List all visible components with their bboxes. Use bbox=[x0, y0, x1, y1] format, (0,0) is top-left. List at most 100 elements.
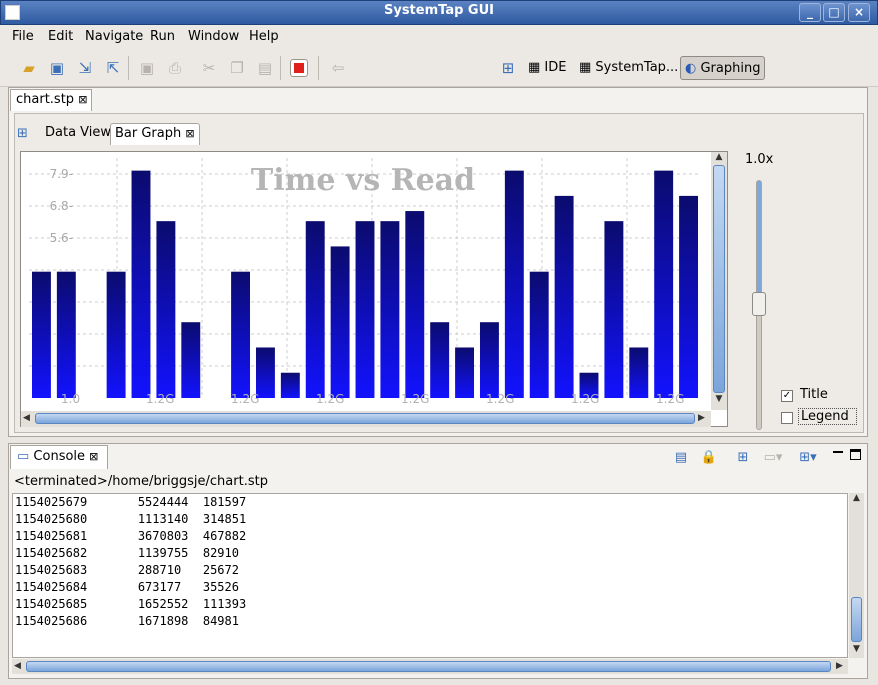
toolbar-separator bbox=[128, 56, 129, 80]
menu-help[interactable]: Help bbox=[249, 29, 279, 44]
scroll-right-icon[interactable]: ▶ bbox=[698, 413, 705, 423]
tab-data-view[interactable]: Data View bbox=[41, 123, 115, 145]
toolbar-separator bbox=[318, 56, 319, 80]
chart-bar bbox=[479, 322, 499, 398]
toolbar-separator bbox=[280, 56, 281, 80]
perspective-graphing[interactable]: ◐ Graphing bbox=[680, 56, 766, 80]
chart-bar bbox=[380, 221, 400, 398]
display-console-icon[interactable]: ▭▾ bbox=[763, 448, 783, 468]
console-line: 1154025680 1113140 314851 bbox=[15, 512, 247, 526]
scroll-left-icon[interactable]: ◀ bbox=[23, 413, 30, 423]
chart-bar bbox=[529, 271, 549, 398]
close-tab-icon[interactable]: ⊠ bbox=[185, 127, 194, 140]
scroll-down-icon[interactable]: ▼ bbox=[849, 644, 864, 656]
chart-bar bbox=[554, 195, 574, 398]
chart-bar bbox=[405, 211, 425, 398]
zoom-level: 1.0x bbox=[745, 152, 774, 167]
scroll-lock-icon[interactable]: 🔒 bbox=[699, 448, 719, 468]
close-tab-icon[interactable]: ⊠ bbox=[78, 93, 87, 106]
title-checkbox[interactable]: ✓ bbox=[781, 390, 793, 402]
console-line: 1154025685 1652552 111393 bbox=[15, 597, 247, 611]
x-tick-label: 1.2G bbox=[401, 392, 429, 406]
scroll-up-icon[interactable]: ▲ bbox=[711, 152, 727, 164]
console-line: 1154025686 1671898 84981 bbox=[15, 614, 239, 628]
menu-file[interactable]: File bbox=[12, 29, 34, 44]
legend-checkbox[interactable] bbox=[781, 412, 793, 424]
menu-navigate[interactable]: Navigate bbox=[85, 29, 143, 44]
x-tick-label: 1.2G bbox=[146, 392, 174, 406]
console-vertical-scrollbar[interactable]: ▲ ▼ bbox=[849, 493, 864, 658]
close-tab-icon[interactable]: ⊠ bbox=[89, 450, 98, 463]
chart-bar bbox=[430, 322, 450, 398]
maximize-view-icon[interactable] bbox=[850, 449, 861, 460]
chart-bar bbox=[679, 195, 699, 398]
menu-run[interactable]: Run bbox=[150, 29, 175, 44]
console-line: 1154025684 673177 35526 bbox=[15, 580, 239, 594]
zoom-slider-thumb[interactable] bbox=[752, 292, 766, 316]
x-tick-label: 1.0 bbox=[61, 392, 80, 406]
chart-bar bbox=[504, 170, 524, 398]
chart-bar bbox=[156, 221, 176, 398]
chart-title: Time vs Read bbox=[251, 163, 475, 198]
console-output[interactable]: 1154025679 5524444 181597 1154025680 111… bbox=[12, 493, 848, 658]
import-icon[interactable]: ⇲ bbox=[75, 58, 95, 78]
bar-graph-tab-label: Bar Graph bbox=[115, 126, 182, 141]
maximize-icon[interactable]: □ bbox=[823, 3, 845, 22]
perspective-ide-label: IDE bbox=[544, 60, 567, 75]
print-icon[interactable]: ⎙ bbox=[165, 58, 185, 78]
console-line: 1154025682 1139755 82910 bbox=[15, 546, 239, 560]
scroll-down-icon[interactable]: ▼ bbox=[711, 394, 727, 406]
tab-chart-stp[interactable]: chart.stp ⊠ bbox=[10, 89, 92, 111]
clear-console-icon[interactable]: ▤ bbox=[671, 448, 691, 468]
table-icon: ▦ bbox=[528, 60, 545, 75]
save-icon[interactable]: ▣ bbox=[47, 58, 67, 78]
paste-icon[interactable]: ▤ bbox=[255, 58, 275, 78]
chart-horizontal-scrollbar[interactable]: ◀ ▶ bbox=[21, 411, 711, 427]
chart-bar bbox=[654, 170, 674, 398]
console-horizontal-scrollbar[interactable]: ◀ ▶ bbox=[12, 659, 848, 674]
x-tick-label: 1.2G bbox=[231, 392, 259, 406]
console-icon: ▭ bbox=[17, 449, 34, 464]
chart-bar bbox=[629, 347, 649, 398]
open-perspective-icon[interactable]: ⊞ bbox=[498, 58, 518, 78]
perspective-ide[interactable]: ▦ IDE bbox=[524, 56, 570, 80]
scroll-up-icon[interactable]: ▲ bbox=[849, 493, 864, 505]
chart-vertical-scrollbar[interactable]: ▲ ▼ bbox=[711, 152, 727, 410]
save-disabled-icon[interactable]: ▣ bbox=[137, 58, 157, 78]
cut-icon[interactable]: ✂ bbox=[199, 58, 219, 78]
new-graph-icon[interactable]: ⊞ bbox=[17, 126, 33, 142]
chart-vscroll-thumb[interactable] bbox=[713, 165, 725, 393]
console-status: <terminated>/home/briggsje/chart.stp bbox=[14, 474, 268, 489]
copy-icon[interactable]: ❐ bbox=[227, 58, 247, 78]
bar-chart[interactable]: 7.9- 6.8- 5.6- 1.0 1.2G 1.2G 1.2G 1.2G 1.2G 1.2G 1… bbox=[20, 151, 728, 427]
minimize-view-icon[interactable] bbox=[833, 451, 843, 453]
chart-bar bbox=[255, 347, 275, 398]
chart-bar bbox=[106, 271, 126, 398]
close-icon[interactable]: × bbox=[848, 3, 870, 22]
tab-console[interactable]: ▭ Console ⊠ bbox=[10, 445, 108, 469]
tab-bar-graph[interactable]: Bar Graph ⊠ bbox=[110, 123, 200, 145]
perspective-systemtap[interactable]: ▦ SystemTap... bbox=[575, 56, 682, 80]
pin-console-icon[interactable]: ⊞ bbox=[733, 448, 753, 468]
chart-bar bbox=[181, 322, 201, 398]
menu-window[interactable]: Window bbox=[188, 29, 239, 44]
minimize-icon[interactable]: _ bbox=[799, 3, 821, 22]
x-tick-label: 1.2G bbox=[486, 392, 514, 406]
back-icon[interactable]: ⇦ bbox=[328, 58, 348, 78]
x-tick-label: 1.2G bbox=[571, 392, 599, 406]
open-folder-icon[interactable]: ▰ bbox=[19, 58, 39, 78]
scroll-right-icon[interactable]: ▶ bbox=[836, 661, 843, 671]
menu-edit[interactable]: Edit bbox=[48, 29, 73, 44]
table-icon: ▦ bbox=[579, 60, 596, 75]
console-hscroll-thumb[interactable] bbox=[26, 661, 831, 672]
console-vscroll-thumb[interactable] bbox=[851, 597, 862, 642]
chart-hscroll-thumb[interactable] bbox=[35, 413, 695, 424]
stop-icon[interactable] bbox=[290, 59, 308, 77]
export-icon[interactable]: ⇱ bbox=[103, 58, 123, 78]
chart-bar bbox=[305, 221, 325, 398]
y-tick-label: 7.9- bbox=[50, 167, 73, 181]
scroll-left-icon[interactable]: ◀ bbox=[14, 661, 21, 671]
open-console-icon[interactable]: ⊞▾ bbox=[798, 448, 818, 468]
console-tab-label: Console bbox=[33, 449, 86, 464]
chart-bar bbox=[31, 271, 51, 398]
